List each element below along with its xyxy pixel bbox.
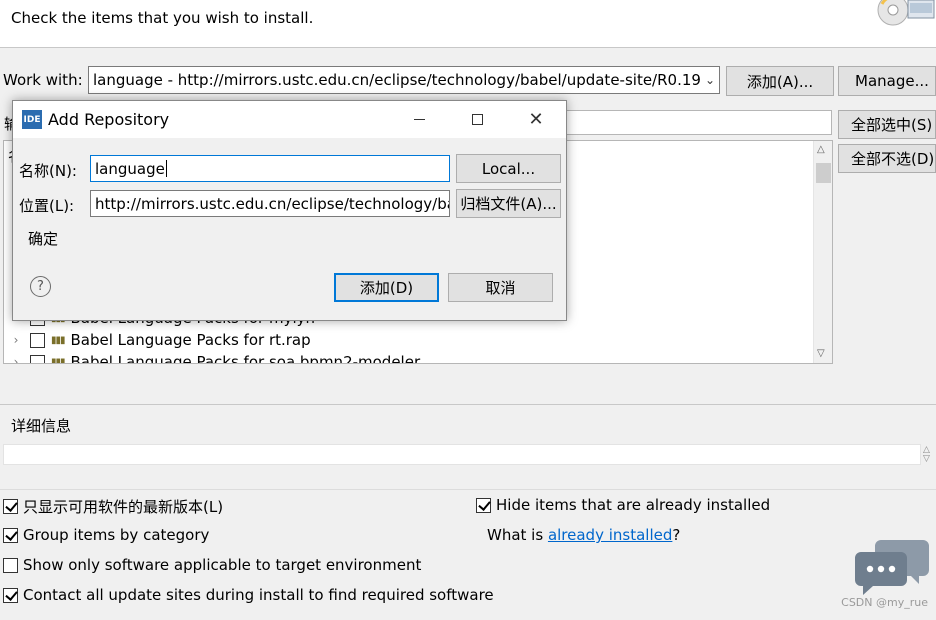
what-is-installed-line: What is already installed ?: [487, 526, 680, 544]
item-label: Babel Language Packs for soa.bpmn2-model…: [70, 353, 421, 364]
item-label: Babel Language Packs for rt.rap: [70, 331, 311, 349]
location-input[interactable]: http://mirrors.ustc.edu.cn/eclipse/techn…: [90, 190, 450, 217]
text-cursor: [165, 160, 167, 177]
dialog-title: Add Repository: [48, 110, 170, 129]
already-installed-link[interactable]: already installed: [548, 526, 672, 544]
chevron-right-icon[interactable]: ›: [9, 333, 23, 347]
watermark: CSDN @my_rue: [841, 596, 928, 609]
divider: [0, 489, 936, 490]
work-with-value: language - http://mirrors.ustc.edu.cn/ec…: [93, 71, 701, 89]
help-icon[interactable]: ?: [30, 276, 51, 297]
dialog-status-text: 确定: [28, 230, 59, 248]
maximize-icon[interactable]: [454, 105, 500, 133]
what-is-suffix: ?: [672, 526, 681, 544]
scroll-up-icon[interactable]: △: [817, 144, 825, 155]
hide-installed-label: Hide items that are already installed: [496, 496, 771, 514]
latest-only-checkbox[interactable]: [3, 499, 18, 514]
dialog-add-button[interactable]: 添加(D): [334, 273, 439, 302]
select-all-button[interactable]: 全部选中(S): [838, 110, 936, 139]
item-checkbox[interactable]: [30, 332, 45, 348]
what-is-prefix: What is: [487, 526, 548, 544]
group-by-category-label: Group items by category: [23, 526, 210, 544]
contact-all-sites-label: Contact all update sites during install …: [23, 586, 494, 604]
tree-row[interactable]: › ▮▮▮ Babel Language Packs for soa.bpmn2…: [4, 351, 421, 364]
dialog-cancel-button[interactable]: 取消: [448, 273, 553, 302]
target-env-label: Show only software applicable to target …: [23, 556, 422, 574]
contact-all-sites-option[interactable]: Contact all update sites during install …: [3, 586, 494, 604]
archive-button[interactable]: 归档文件(A)...: [456, 189, 561, 218]
chevron-right-icon[interactable]: ›: [9, 355, 23, 363]
hide-installed-option[interactable]: Hide items that are already installed: [476, 496, 770, 514]
add-repository-dialog[interactable]: IDE Add Repository ✕ 名称(N): language Loc…: [12, 100, 567, 321]
chat-bubble-icon[interactable]: [855, 536, 931, 596]
name-label: 名称(N):: [19, 162, 77, 180]
manage-button[interactable]: Manage...: [838, 66, 936, 96]
scroll-down-icon[interactable]: ▽: [817, 348, 825, 359]
contact-all-sites-checkbox[interactable]: [3, 587, 18, 603]
latest-only-label: 只显示可用软件的最新版本(L): [23, 498, 224, 516]
location-input-value: http://mirrors.ustc.edu.cn/eclipse/techn…: [95, 194, 449, 213]
tree-vertical-scrollbar[interactable]: △ ▽: [813, 141, 832, 363]
minimize-icon[interactable]: [396, 105, 442, 133]
add-site-button[interactable]: 添加(A)...: [726, 66, 834, 96]
name-input-value: language: [95, 159, 165, 178]
deselect-all-button[interactable]: 全部不选(D): [838, 144, 936, 173]
work-with-label: Work with:: [3, 71, 83, 89]
package-icon: ▮▮▮: [51, 356, 65, 364]
close-icon[interactable]: ✕: [513, 105, 559, 133]
hide-installed-checkbox[interactable]: [476, 497, 491, 513]
name-input[interactable]: language: [90, 155, 450, 182]
target-env-checkbox[interactable]: [3, 557, 18, 573]
latest-only-option[interactable]: 只显示可用软件的最新版本(L): [3, 496, 223, 517]
install-cd-icon: [874, 0, 936, 32]
location-label: 位置(L):: [19, 197, 75, 215]
dialog-title-bar[interactable]: IDE Add Repository ✕: [13, 101, 566, 138]
details-text-area[interactable]: [3, 444, 921, 465]
group-by-category-option[interactable]: Group items by category: [3, 526, 209, 544]
chevron-down-icon: ⌄: [704, 73, 715, 87]
local-button[interactable]: Local...: [456, 154, 561, 183]
item-checkbox[interactable]: [30, 354, 45, 363]
tree-row[interactable]: › ▮▮▮ Babel Language Packs for rt.rap: [4, 329, 311, 351]
package-icon: ▮▮▮: [51, 334, 65, 346]
scroll-thumb[interactable]: [816, 163, 831, 183]
details-label: 详细信息: [11, 417, 72, 435]
ide-app-icon: IDE: [22, 110, 42, 129]
target-env-option[interactable]: Show only software applicable to target …: [3, 556, 421, 574]
details-scroll-icon[interactable]: △ ▽: [923, 446, 930, 464]
group-by-category-checkbox[interactable]: [3, 527, 18, 543]
divider: [0, 404, 936, 405]
page-description: Check the items that you wish to install…: [11, 9, 314, 27]
work-with-combo[interactable]: language - http://mirrors.ustc.edu.cn/ec…: [88, 66, 720, 94]
